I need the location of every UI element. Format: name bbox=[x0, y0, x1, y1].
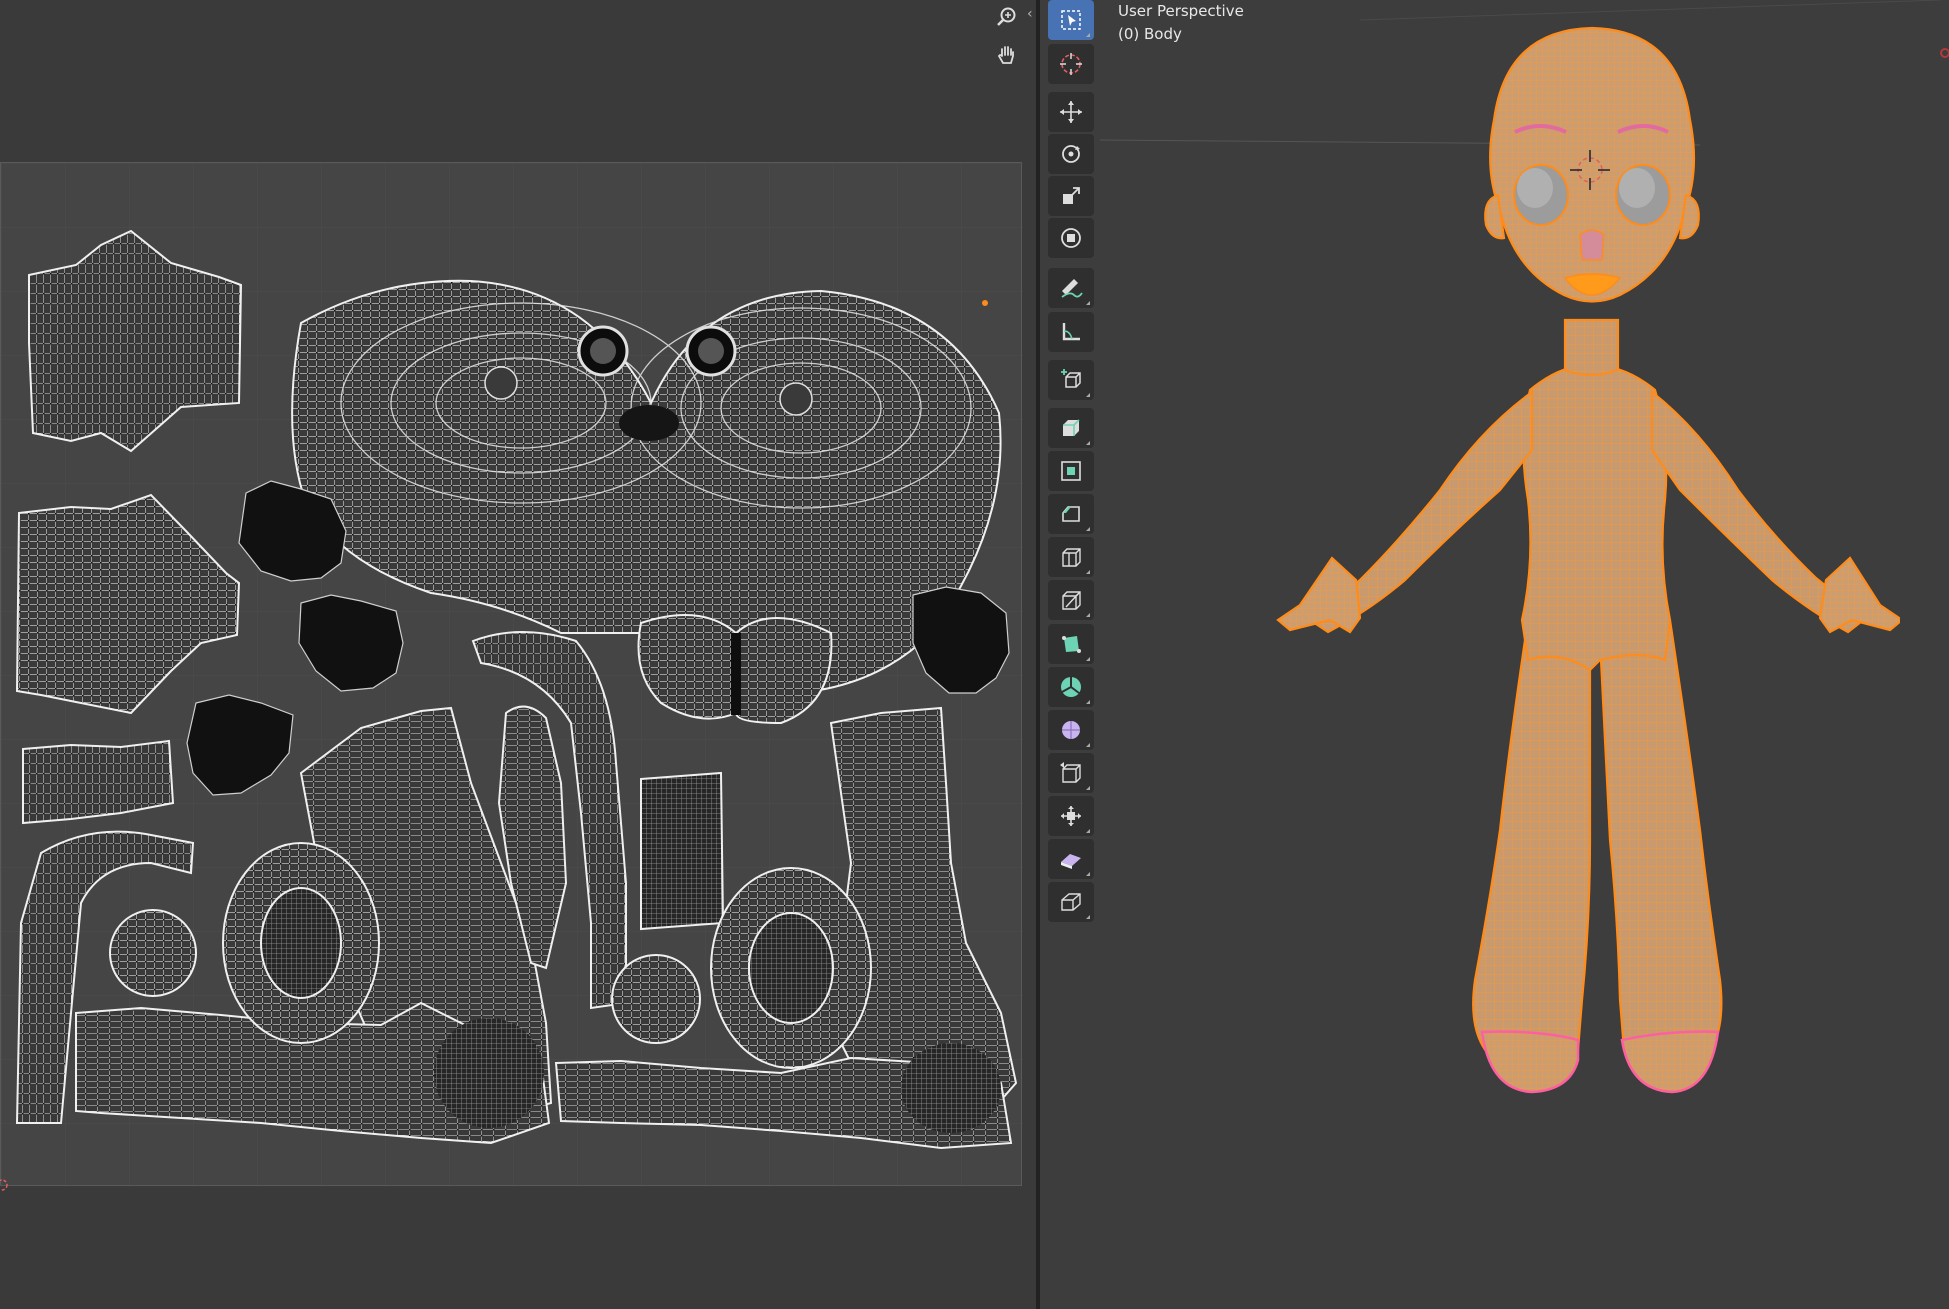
poly-build-icon[interactable] bbox=[1048, 624, 1094, 664]
cuff-uv-island bbox=[640, 771, 725, 931]
measure-icon[interactable] bbox=[1048, 312, 1094, 352]
rip-region-icon[interactable] bbox=[1048, 882, 1094, 922]
spin-icon[interactable] bbox=[1048, 667, 1094, 707]
edge-slide-icon[interactable] bbox=[1048, 753, 1094, 793]
bevel-icon[interactable] bbox=[1048, 494, 1094, 534]
loop-cut-icon[interactable] bbox=[1048, 537, 1094, 577]
uv-islands[interactable] bbox=[1, 163, 1023, 1187]
uv-texture-space[interactable] bbox=[0, 162, 1023, 1187]
extrude-region-icon[interactable] bbox=[1048, 408, 1094, 448]
smooth-icon[interactable] bbox=[1048, 710, 1094, 750]
rotate-icon[interactable] bbox=[1048, 134, 1094, 174]
chevron-left-icon[interactable]: ‹ bbox=[1027, 6, 1033, 22]
hand-pan-icon[interactable] bbox=[990, 38, 1024, 72]
inset-faces-icon[interactable] bbox=[1048, 451, 1094, 491]
ear-uv-island bbox=[637, 614, 833, 725]
select-box-icon[interactable] bbox=[1048, 0, 1094, 40]
uv-origin-cursor-icon bbox=[0, 1177, 10, 1197]
character-shoes bbox=[1480, 1030, 1720, 1094]
knife-icon[interactable] bbox=[1048, 580, 1094, 620]
scale-icon[interactable] bbox=[1048, 176, 1094, 216]
zoom-icon[interactable] bbox=[990, 0, 1024, 34]
shrink-fatten-icon[interactable] bbox=[1048, 796, 1094, 836]
character-body bbox=[1276, 26, 1900, 1073]
add-cube-icon[interactable] bbox=[1048, 360, 1094, 400]
move-icon[interactable] bbox=[1048, 92, 1094, 132]
gizmo-edge-icon[interactable] bbox=[1940, 48, 1949, 58]
character-mesh[interactable] bbox=[1260, 20, 1900, 1130]
cursor-icon[interactable] bbox=[1048, 44, 1094, 84]
shear-icon[interactable] bbox=[1048, 839, 1094, 879]
transform-icon[interactable] bbox=[1048, 218, 1094, 258]
annotate-icon[interactable] bbox=[1048, 268, 1094, 308]
uv-editor[interactable]: ‹ bbox=[0, 0, 1036, 1309]
